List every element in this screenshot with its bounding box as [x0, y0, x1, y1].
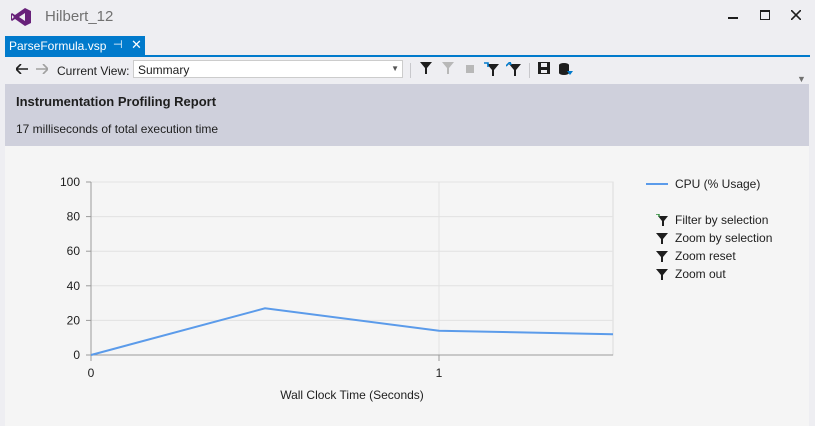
- filter-icon: [656, 233, 668, 244]
- x-tick-label: 0: [88, 366, 95, 380]
- action-label: Filter by selection: [675, 213, 769, 227]
- action-label: Zoom out: [675, 267, 726, 281]
- y-tick-label: 100: [60, 175, 80, 189]
- x-tick-label: 1: [436, 366, 443, 380]
- y-tick-label: 0: [73, 348, 80, 362]
- filter-icon: [656, 269, 668, 280]
- legend-series-label: CPU (% Usage): [675, 177, 761, 191]
- plot-area[interactable]: [90, 181, 614, 356]
- y-tick-label: 20: [67, 313, 81, 327]
- legend-series-swatch: [646, 183, 668, 185]
- y-tick-label: 60: [67, 244, 81, 258]
- filter-icon: [656, 251, 668, 262]
- x-axis-title: Wall Clock Time (Seconds): [280, 388, 424, 402]
- action-label: Zoom reset: [675, 249, 736, 263]
- filter-add-icon: [656, 214, 668, 226]
- action-label: Zoom by selection: [675, 231, 773, 245]
- y-tick-label: 80: [67, 210, 81, 224]
- y-tick-label: 40: [67, 279, 81, 293]
